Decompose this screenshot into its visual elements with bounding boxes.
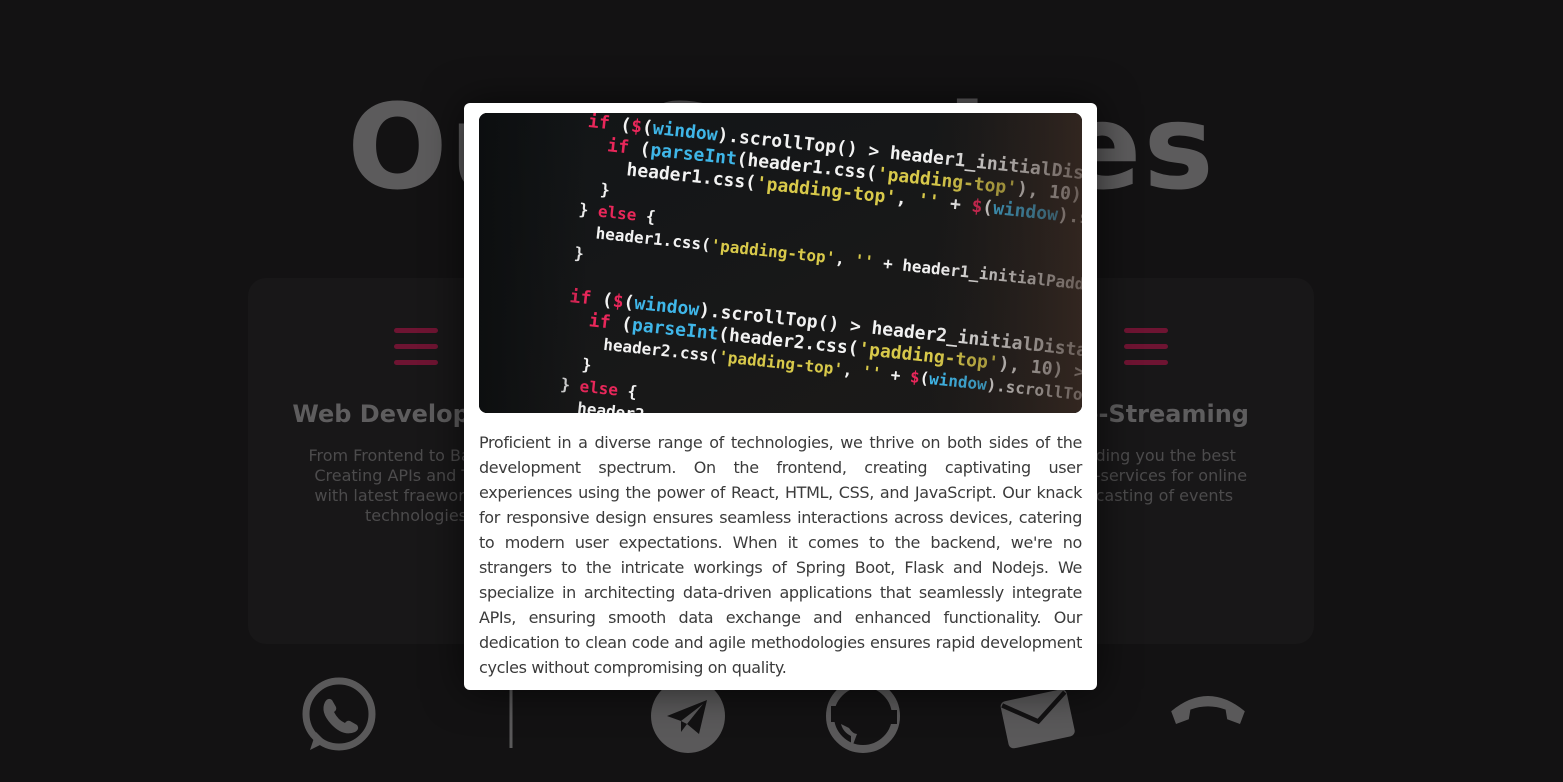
- code-screenshot-image: if ($(window).scrollTop() > header1_init…: [479, 113, 1082, 413]
- code-screenshot: if ($(window).scrollTop() > header1_init…: [479, 113, 1082, 413]
- modal-overlay[interactable]: if ($(window).scrollTop() > header1_init…: [0, 0, 1563, 782]
- service-detail-modal: if ($(window).scrollTop() > header1_init…: [464, 103, 1097, 690]
- service-detail-description: Proficient in a diverse range of technol…: [479, 433, 1082, 677]
